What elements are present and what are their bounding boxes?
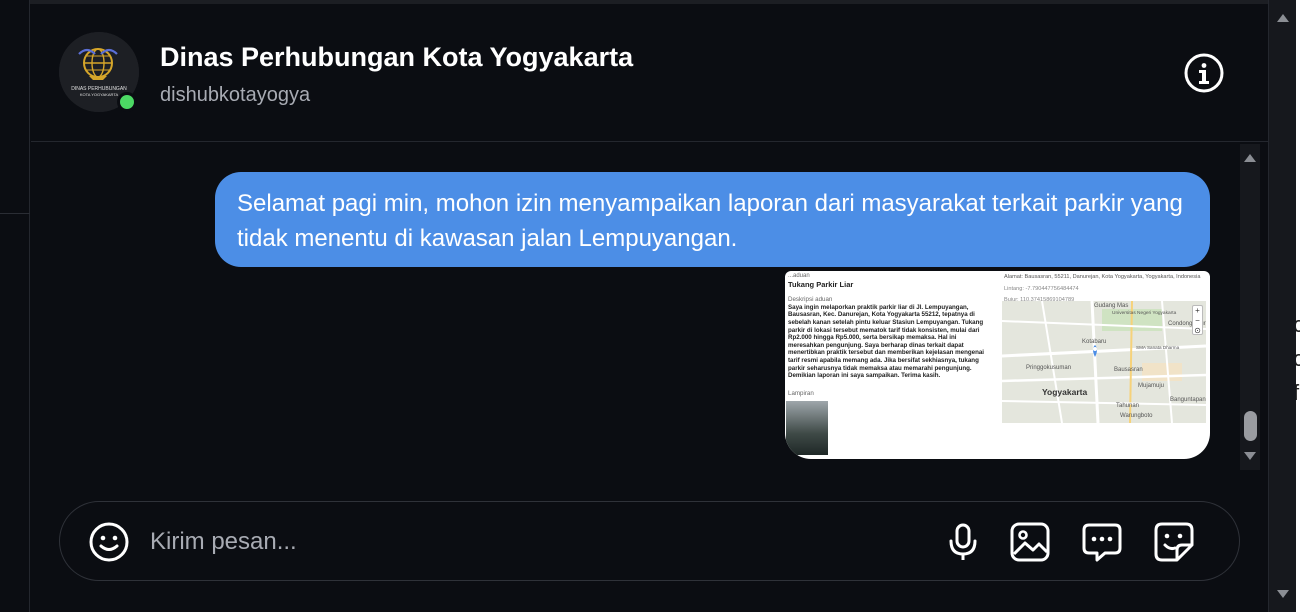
emoji-button[interactable] [88, 521, 130, 563]
chat-header: DINAS PERHUBUNGAN KOTA YOGYAKARTA Dinas … [31, 4, 1268, 142]
message-composer [59, 501, 1240, 581]
map-label: Kotabaru [1082, 339, 1107, 345]
map-label: Tahunan [1116, 403, 1140, 409]
conversation-username[interactable]: dishubkotayogya [160, 84, 310, 107]
svg-text:KOTA YOGYAKARTA: KOTA YOGYAKARTA [80, 92, 119, 97]
sticker-icon [1154, 522, 1194, 562]
report-photo-thumbnail [786, 401, 828, 455]
report-description-label: Deskripsi aduan [788, 296, 833, 304]
info-circle-icon [1184, 53, 1224, 93]
report-latitude: Lintang: -7.790447756484474 [1004, 286, 1079, 292]
chat-options-button[interactable] [1081, 521, 1123, 563]
map-label: Pringgokusuman [1026, 365, 1072, 371]
voice-message-button[interactable] [942, 521, 984, 563]
message-thread[interactable]: Selamat pagi min, mohon izin menyampaika… [31, 143, 1268, 473]
location-map: Gudang Mas Universitas Negeri Yogyakarta… [1002, 301, 1206, 423]
map-label: SMA Sanata Dharma [1136, 345, 1180, 350]
sticker-button[interactable] [1153, 521, 1195, 563]
map-city-label: Yogyakarta [1042, 387, 1088, 397]
background-glyph: c [1296, 312, 1300, 338]
background-glyph: f [1296, 380, 1300, 405]
chat-bubble-icon [1082, 523, 1122, 562]
report-location: Alamat: Bausasran, 55211, Danurejan, Kot… [1002, 271, 1210, 459]
report-attachment-label: Lampiran [788, 389, 814, 397]
map-label: Gudang Mas [1094, 303, 1129, 309]
emoji-icon [89, 522, 129, 562]
map-label: Banguntapan [1170, 397, 1206, 403]
image-attachment[interactable]: ...aduan Tukang Parkir Liar Deskripsi ad… [785, 271, 1210, 459]
report-description: Saya ingin melaporkan praktik parkir lia… [788, 303, 985, 380]
map-label: Warungboto [1120, 413, 1153, 419]
report-address: Alamat: Bausasran, 55211, Danurejan, Kot… [1004, 274, 1201, 280]
message-scrollbar[interactable] [1240, 144, 1260, 470]
chat-panel: DINAS PERHUBUNGAN KOTA YOGYAKARTA Dinas … [31, 4, 1268, 612]
map-roads [1002, 301, 1206, 423]
scrollbar-thumb[interactable] [1244, 411, 1257, 441]
window-scroll-up-arrow-icon[interactable] [1277, 14, 1289, 22]
conversation-list-panel [0, 0, 30, 612]
online-status-indicator [117, 92, 137, 112]
list-divider [0, 213, 30, 214]
send-image-button[interactable] [1009, 521, 1051, 563]
map-label: Mujamuju [1138, 383, 1165, 389]
outgoing-message-bubble[interactable]: Selamat pagi min, mohon izin menyampaika… [215, 172, 1210, 267]
background-glyph: c [1296, 346, 1300, 372]
message-input[interactable] [150, 520, 910, 564]
map-label: Universitas Negeri Yogyakarta [1112, 311, 1177, 316]
scroll-down-arrow-icon[interactable] [1244, 452, 1256, 460]
conversation-info-button[interactable] [1183, 52, 1225, 94]
background-window-edge: c c f [1296, 0, 1300, 612]
scroll-up-arrow-icon[interactable] [1244, 154, 1256, 162]
window-scrollbar[interactable] [1268, 0, 1296, 612]
window-scroll-down-arrow-icon[interactable] [1277, 590, 1289, 598]
map-label: Bausasran [1114, 367, 1143, 373]
conversation-title[interactable]: Dinas Perhubungan Kota Yogyakarta [160, 42, 633, 73]
map-zoom-control: + − ⊙ [1192, 305, 1203, 335]
image-icon [1010, 522, 1050, 562]
report-category: Tukang Parkir Liar [788, 279, 854, 289]
microphone-icon [949, 523, 977, 560]
